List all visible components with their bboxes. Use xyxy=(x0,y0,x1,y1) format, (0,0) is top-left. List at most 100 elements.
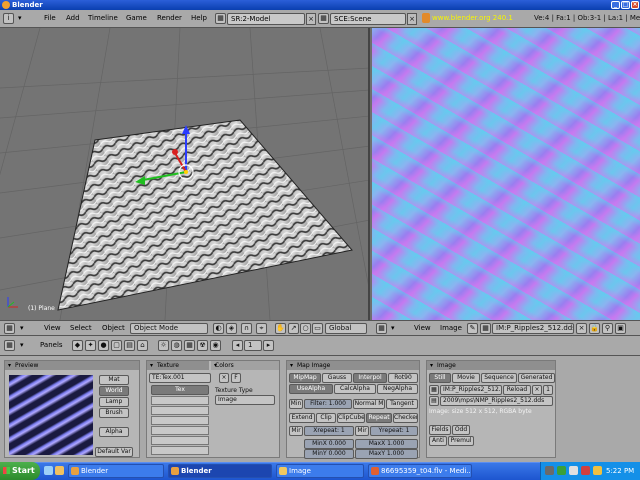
snap-icon[interactable]: ⌖ xyxy=(256,323,267,334)
scale-icon[interactable]: ▭ xyxy=(312,323,323,334)
extend-toggle[interactable]: Extend xyxy=(289,413,315,423)
orientation-select[interactable]: Global xyxy=(325,323,367,334)
frame-number-field[interactable]: 1 xyxy=(244,340,262,351)
tray-volume-icon[interactable] xyxy=(569,466,578,475)
preview-world-button[interactable]: World xyxy=(99,386,129,396)
texture-unlink-button[interactable]: × xyxy=(219,373,229,383)
collapse-menu-icon[interactable]: ▾ xyxy=(20,341,24,349)
texture-channel-slot-2[interactable] xyxy=(151,396,209,405)
tray-security-icon[interactable] xyxy=(581,466,590,475)
texture-users-field[interactable]: F xyxy=(231,373,241,383)
menu-view[interactable]: View xyxy=(44,324,61,332)
window-title-bar[interactable]: Blender _ □ × xyxy=(0,0,640,10)
editor-type-icon[interactable]: ▦ xyxy=(4,323,15,334)
rotate-icon[interactable]: ○ xyxy=(300,323,311,334)
task-blender-1[interactable]: Blender xyxy=(68,464,164,478)
frame-prev-icon[interactable]: ◂ xyxy=(232,340,243,351)
odd-toggle[interactable]: Odd xyxy=(452,425,470,435)
screen-browse-icon[interactable]: ▦ xyxy=(215,13,226,24)
tray-network-icon[interactable] xyxy=(557,466,566,475)
world-shading-icon[interactable]: ◉ xyxy=(210,340,221,351)
menu-game[interactable]: Game xyxy=(126,14,147,22)
texture-channel-slot-7[interactable] xyxy=(151,446,209,455)
fields-toggle[interactable]: Fields xyxy=(429,425,451,435)
menu-add[interactable]: Add xyxy=(66,14,80,22)
menu-view-image[interactable]: View xyxy=(414,324,431,332)
task-image-folder[interactable]: Image xyxy=(276,464,364,478)
collapse-menu-icon[interactable]: ▾ xyxy=(20,324,24,332)
usealpha-toggle[interactable]: UseAlpha xyxy=(289,384,333,394)
mipmap-toggle[interactable]: MipMap xyxy=(289,373,321,383)
preview-mat-button[interactable]: Mat xyxy=(99,375,129,385)
maximize-icon[interactable]: □ xyxy=(621,1,630,9)
radio-shading-icon[interactable]: ☢ xyxy=(197,340,208,351)
close-icon[interactable]: × xyxy=(631,1,639,9)
image-browse-icon[interactable]: ▦ xyxy=(429,385,439,395)
menu-timeline[interactable]: Timeline xyxy=(88,14,118,22)
premul-toggle[interactable]: Premul xyxy=(448,436,474,446)
tray-app-icon[interactable] xyxy=(545,466,554,475)
anti-toggle[interactable]: Anti xyxy=(429,436,447,446)
collapse-menu-icon[interactable]: ▾ xyxy=(391,324,395,332)
preview-alpha-button[interactable]: Alpha xyxy=(99,427,129,437)
frame-next-icon[interactable]: ▸ xyxy=(263,340,274,351)
object-context-icon[interactable]: ▢ xyxy=(111,340,122,351)
checker-toggle[interactable]: Checker xyxy=(393,413,418,423)
lock-icon[interactable]: 🔒 xyxy=(589,323,600,334)
magnet-icon[interactable]: ∩ xyxy=(241,323,252,334)
quicklaunch-ie-icon[interactable] xyxy=(44,466,53,475)
menu-render[interactable]: Render xyxy=(157,14,182,22)
maxy-field[interactable]: MaxY 1.000 xyxy=(355,449,418,459)
pivot-icon[interactable]: ◈ xyxy=(226,323,237,334)
task-blender-2[interactable]: Blender xyxy=(168,464,272,478)
file-browse-icon[interactable]: ▤ xyxy=(429,396,439,406)
normal-map-toggle[interactable]: Normal M xyxy=(353,399,385,409)
scene-delete-button[interactable]: × xyxy=(407,13,417,25)
preview-panel-title[interactable]: Preview xyxy=(5,361,139,370)
rot90-toggle[interactable]: Rot90 xyxy=(388,373,418,383)
texture-tab[interactable]: Texture xyxy=(147,361,209,370)
logic-context-icon[interactable]: ◆ xyxy=(72,340,83,351)
3d-viewport[interactable] xyxy=(0,28,370,320)
movie-tab[interactable]: Movie xyxy=(452,373,480,383)
normal-space-select[interactable]: Tangent xyxy=(386,399,418,409)
minimize-icon[interactable]: _ xyxy=(611,1,620,9)
calcalpha-toggle[interactable]: CalcAlpha xyxy=(334,384,376,394)
menu-file[interactable]: File xyxy=(44,14,56,22)
image-name-field[interactable]: IM:P_Ripples2_512.dds xyxy=(492,323,574,334)
menu-select[interactable]: Select xyxy=(70,324,92,332)
image-browse-icon[interactable]: ▦ xyxy=(480,323,491,334)
sequence-tab[interactable]: Sequence xyxy=(481,373,517,383)
menu-object[interactable]: Object xyxy=(102,324,125,332)
texture-type-select[interactable]: Image xyxy=(215,395,275,405)
texture-channel-slot-5[interactable] xyxy=(151,426,209,435)
translate-icon[interactable]: ↗ xyxy=(288,323,299,334)
manipulator-hand-icon[interactable]: ✋ xyxy=(275,323,286,334)
screen-name-field[interactable]: SR:2-Model xyxy=(227,13,305,25)
scene-context-icon[interactable]: ⌂ xyxy=(137,340,148,351)
mode-select[interactable]: Object Mode xyxy=(130,323,208,334)
pin-icon[interactable]: ⚲ xyxy=(602,323,613,334)
clipcube-toggle[interactable]: ClipCube xyxy=(337,413,365,423)
texture-channel-slot-4[interactable] xyxy=(151,416,209,425)
negalpha-toggle[interactable]: NegAlpha xyxy=(377,384,418,394)
menu-image[interactable]: Image xyxy=(440,324,462,332)
buttons-editor-type-icon[interactable]: ▦ xyxy=(4,340,15,351)
texture-channel-slot-1[interactable]: Tex xyxy=(151,385,209,395)
quicklaunch-folder-icon[interactable] xyxy=(55,466,64,475)
start-button[interactable]: Start xyxy=(0,462,40,480)
interpol-toggle[interactable]: Interpol xyxy=(353,373,387,383)
paint-icon[interactable]: ✎ xyxy=(467,323,478,334)
texture-name-field[interactable]: TE:Tex.001 xyxy=(149,373,211,383)
image-type-icon[interactable]: ▣ xyxy=(615,323,626,334)
screen-delete-button[interactable]: × xyxy=(306,13,316,25)
lamp-shading-icon[interactable]: ☼ xyxy=(158,340,169,351)
yrepeat-field[interactable]: Yrepeat: 1 xyxy=(370,426,418,436)
collapse-menu-icon[interactable]: ▾ xyxy=(18,14,22,22)
menu-help[interactable]: Help xyxy=(191,14,207,22)
minx-field[interactable]: MinX 0.000 xyxy=(304,439,354,449)
map-image-title[interactable]: Map Image xyxy=(287,361,419,370)
maxx-field[interactable]: MaxX 1.000 xyxy=(355,439,418,449)
filter-field[interactable]: Filter: 1.000 xyxy=(304,399,352,409)
image-panel-title[interactable]: Image xyxy=(427,361,555,370)
